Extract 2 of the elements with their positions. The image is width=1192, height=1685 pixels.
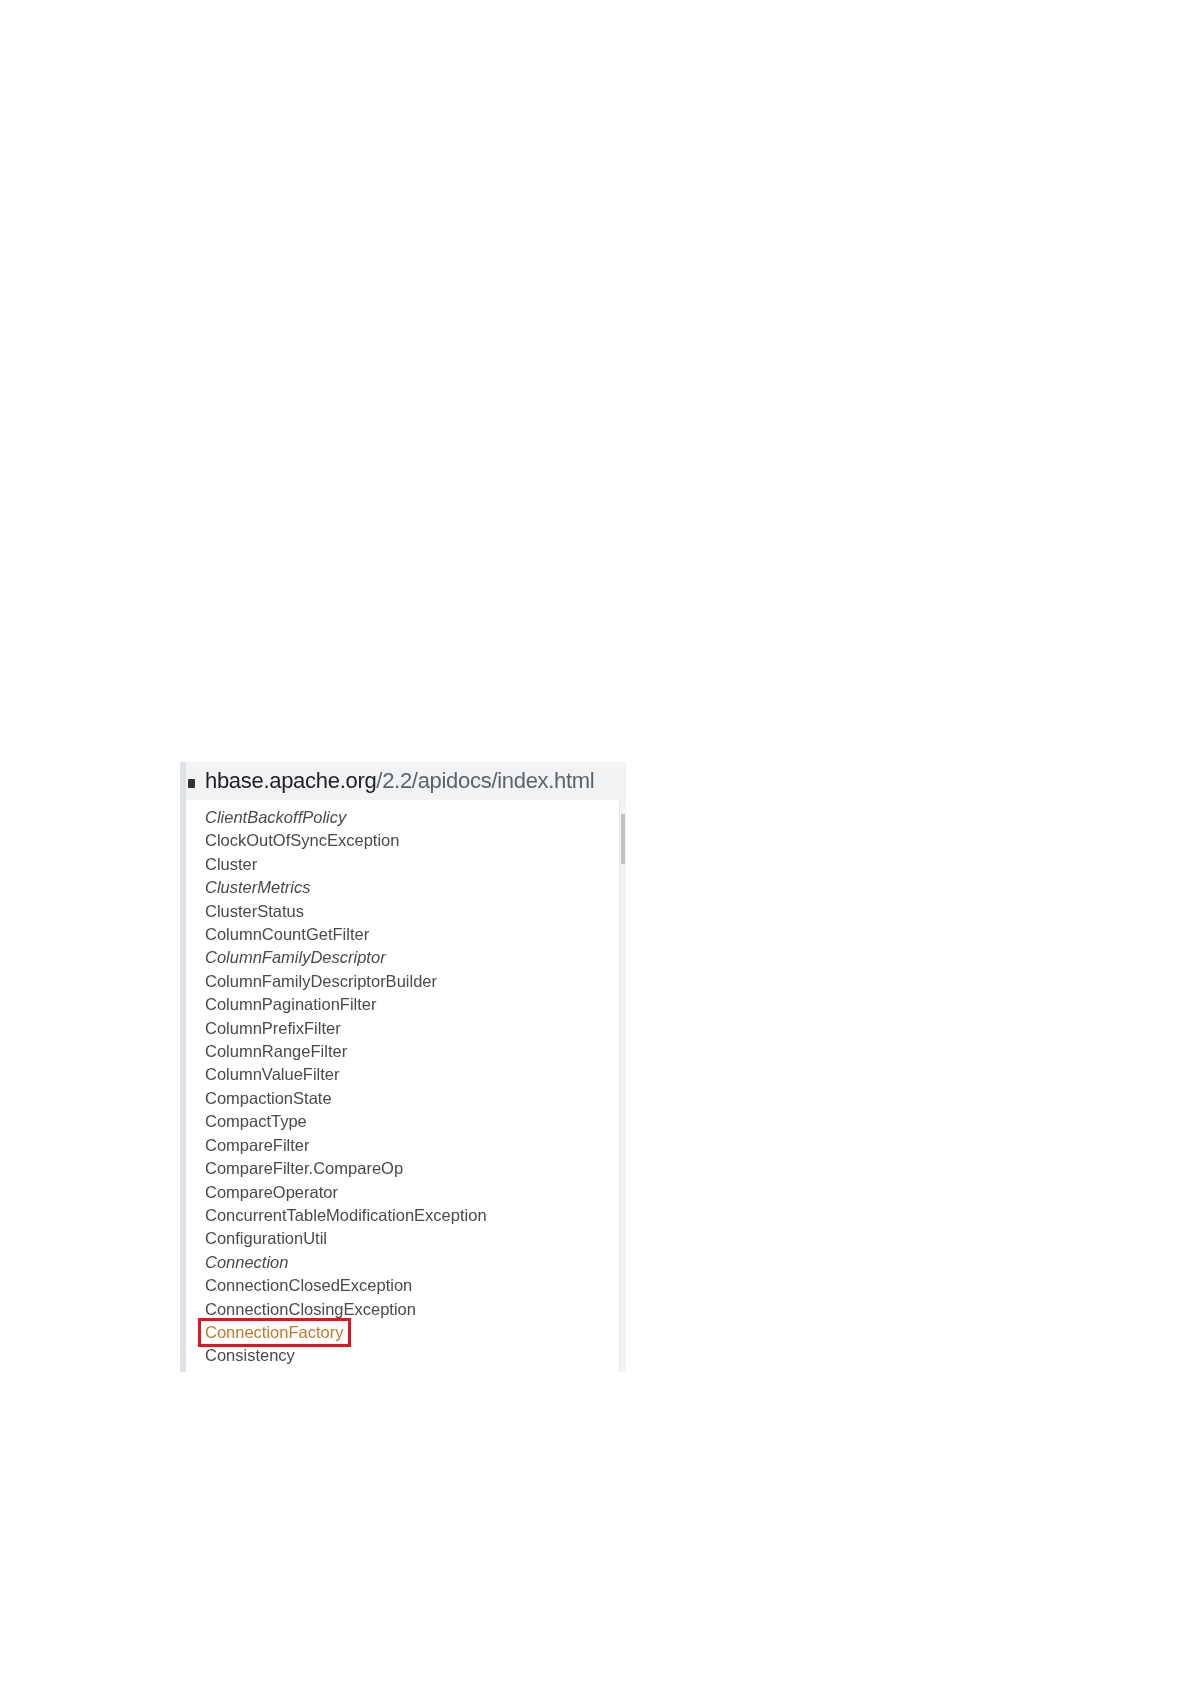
scrollbar[interactable]	[619, 800, 626, 1372]
class-link[interactable]: ConnectionFactory	[198, 1317, 351, 1348]
